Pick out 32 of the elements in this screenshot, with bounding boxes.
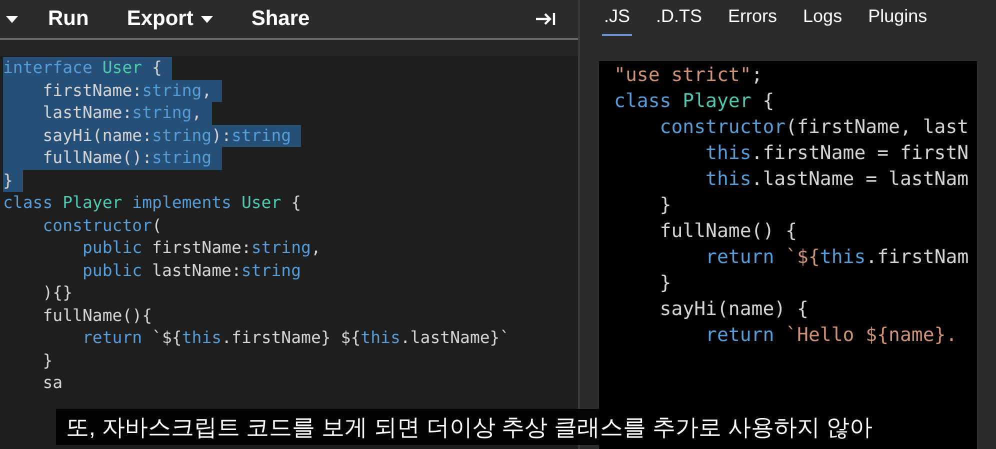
output-tab[interactable]: Errors [726,3,780,36]
dropdown-button[interactable] [6,16,18,22]
code-line: public lastName:string [81,260,302,282]
code-line: return `${this.firstNam [704,245,969,270]
code-line: fullName() { [658,219,798,244]
code-line: this.firstName = firstN [704,141,969,166]
code-line: sa [42,372,63,394]
export-menu[interactable]: Export [126,3,214,35]
output-tab[interactable]: .D.TS [654,3,704,36]
code-line: class Player { [614,89,774,114]
collapse-panel-icon[interactable] [536,12,556,26]
output-tab[interactable]: .JS [602,3,632,36]
output-tab[interactable]: Plugins [866,3,930,36]
code-line: } [42,350,53,372]
toolbar-button[interactable]: Share [251,3,310,35]
output-tab[interactable]: Logs [801,3,844,36]
code-line: } [658,271,672,296]
caret-icon [201,16,214,22]
code-line: fullName(){ [42,304,152,326]
code-line: return `Hello ${name}. [704,323,958,348]
code-line: "use strict"; [614,63,763,88]
code-line: this.lastName = lastNam [704,167,969,192]
code-line: public firstName:string, [81,237,321,259]
code-line: class Player implements User { [3,192,302,214]
caret-icon [6,16,18,22]
code-line: constructor(firstName, last [658,115,969,140]
toolbar-button[interactable]: Run [48,3,89,35]
code-line: return `${this.firstName} ${this.lastName}` [81,327,510,349]
code-line: constructor( [42,214,162,236]
code-line: ){} [42,282,73,304]
code-line: } [658,193,672,218]
code-line: sayHi(name) { [658,297,808,322]
